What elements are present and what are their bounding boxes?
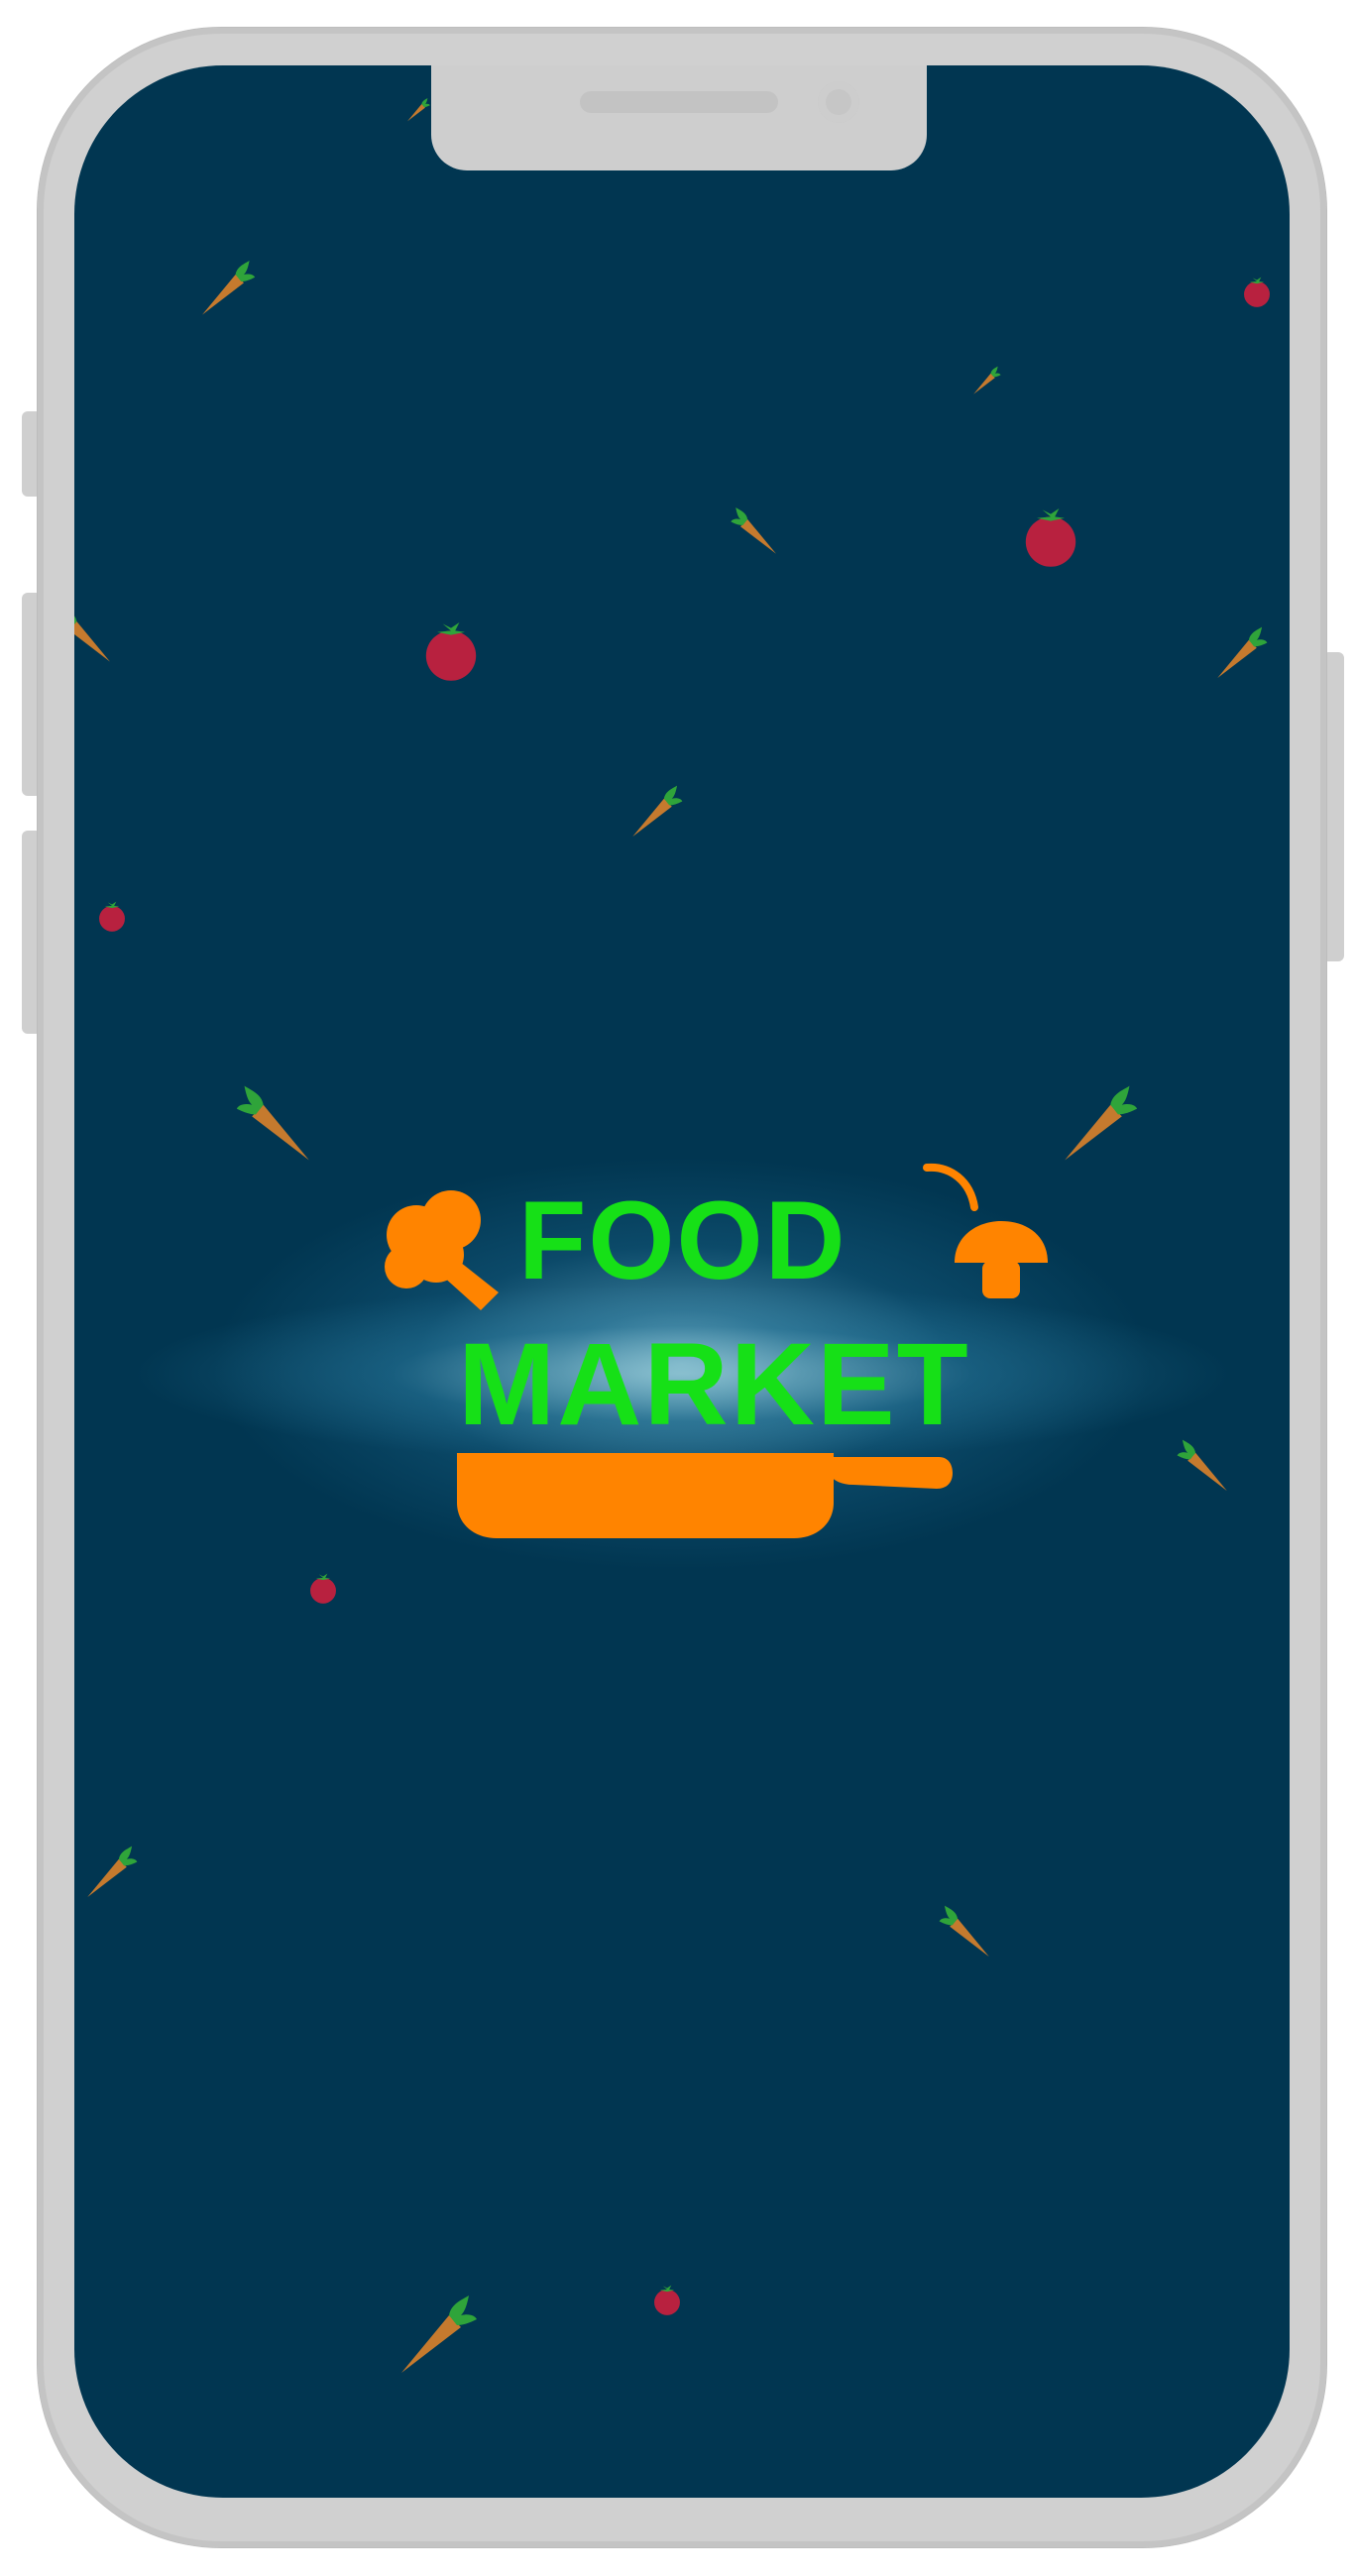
tomato-icon	[654, 2285, 680, 2315]
logo-line-food: FOOD	[518, 1178, 848, 1302]
carrot-icon	[1177, 1439, 1227, 1492]
front-camera	[818, 81, 859, 123]
carrot-icon	[74, 608, 110, 662]
carrot-icon	[1217, 626, 1268, 679]
carrot-icon	[731, 507, 776, 554]
tomato-icon	[1244, 277, 1270, 307]
carrot-icon	[401, 2296, 477, 2373]
mushroom-icon	[955, 1221, 1048, 1298]
frying-pan-icon	[457, 1453, 953, 1538]
carrot-icon	[973, 366, 1001, 394]
carrot-icon	[632, 785, 683, 838]
tomato-icon	[425, 622, 477, 681]
splash-screen: FOOD MARKET	[74, 65, 1290, 2498]
tomato-icon	[99, 901, 125, 932]
carrot-icon	[1065, 1085, 1138, 1161]
carrot-icon	[236, 1085, 309, 1161]
tomato-icon	[310, 1573, 336, 1604]
food-market-logo: FOOD MARKET	[382, 1106, 1056, 1542]
phone-notch	[431, 65, 927, 170]
carrot-icon	[407, 98, 430, 122]
carrot-icon	[202, 261, 256, 315]
broccoli-icon	[385, 1190, 499, 1310]
logo-line-market: MARKET	[458, 1319, 970, 1450]
carrot-icon	[939, 1905, 989, 1958]
carrot-icon	[87, 1846, 138, 1898]
earpiece-speaker	[580, 91, 778, 113]
tomato-icon	[1025, 508, 1076, 567]
